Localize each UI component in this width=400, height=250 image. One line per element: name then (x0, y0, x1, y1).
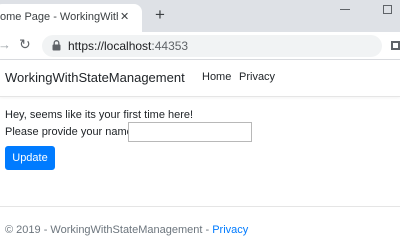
new-tab-icon[interactable]: + (155, 5, 165, 25)
footer-privacy-link[interactable]: Privacy (212, 224, 248, 236)
navbar-brand[interactable]: WorkingWithStateManagement (5, 70, 185, 85)
reload-icon[interactable]: ↻ (19, 36, 31, 53)
url-host: https://localhost (68, 39, 152, 53)
nav-link-privacy[interactable]: Privacy (239, 71, 275, 83)
update-button[interactable]: Update (5, 146, 55, 170)
browser-tab[interactable]: ome Page - WorkingWithStateM ✕ (0, 4, 142, 32)
maximize-window-icon[interactable] (383, 5, 392, 14)
minimize-window-icon[interactable] (340, 9, 350, 10)
address-bar[interactable]: https://localhost:44353 (42, 35, 382, 57)
footer-copyright: © 2019 - WorkingWithStateManagement - Pr… (5, 224, 248, 236)
site-navbar: WorkingWithStateManagement Home Privacy (0, 60, 400, 97)
site-footer: © 2019 - WorkingWithStateManagement - Pr… (0, 206, 400, 250)
browser-toolbar: → ↻ https://localhost:44353 (0, 32, 400, 60)
nav-link-home[interactable]: Home (202, 71, 231, 83)
url-text[interactable]: https://localhost:44353 (68, 39, 188, 53)
welcome-message: Hey, seems like its your first time here… (5, 109, 194, 121)
name-prompt-label: Please provide your name: (5, 126, 136, 138)
footer-copyright-text: © 2019 - WorkingWithStateManagement - (5, 224, 213, 236)
forward-arrow-icon[interactable]: → (0, 37, 11, 52)
name-input[interactable] (128, 122, 252, 142)
browser-tab-strip: ome Page - WorkingWithStateM ✕ + (0, 0, 400, 32)
extensions-icon[interactable] (390, 38, 400, 52)
url-port: :44353 (151, 39, 189, 53)
close-tab-icon[interactable]: ✕ (120, 11, 129, 23)
lock-icon (52, 40, 61, 51)
tab-title: ome Page - WorkingWithStateM (0, 11, 118, 23)
